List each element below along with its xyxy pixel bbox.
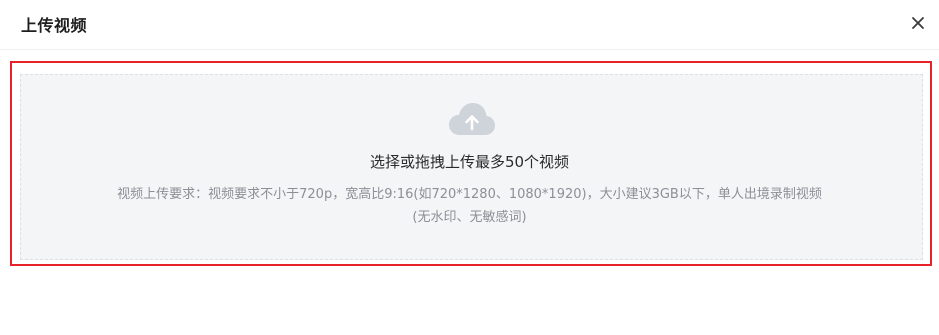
dialog-header: 上传视频 (0, 0, 939, 50)
upload-video-dialog: 上传视频 选择或拖拽上传最多50个视频 视频上传要求：视频要求不小于720p，宽… (0, 0, 939, 335)
upload-requirements-note: (无水印、无敏感词) (412, 210, 527, 225)
upload-requirements: 视频上传要求：视频要求不小于720p，宽高比9:16(如720*1280、108… (117, 187, 822, 202)
upload-prompt: 选择或拖拽上传最多50个视频 (369, 153, 570, 171)
cloud-upload-icon (449, 103, 495, 135)
dialog-title: 上传视频 (21, 16, 88, 35)
close-icon[interactable] (909, 14, 927, 32)
